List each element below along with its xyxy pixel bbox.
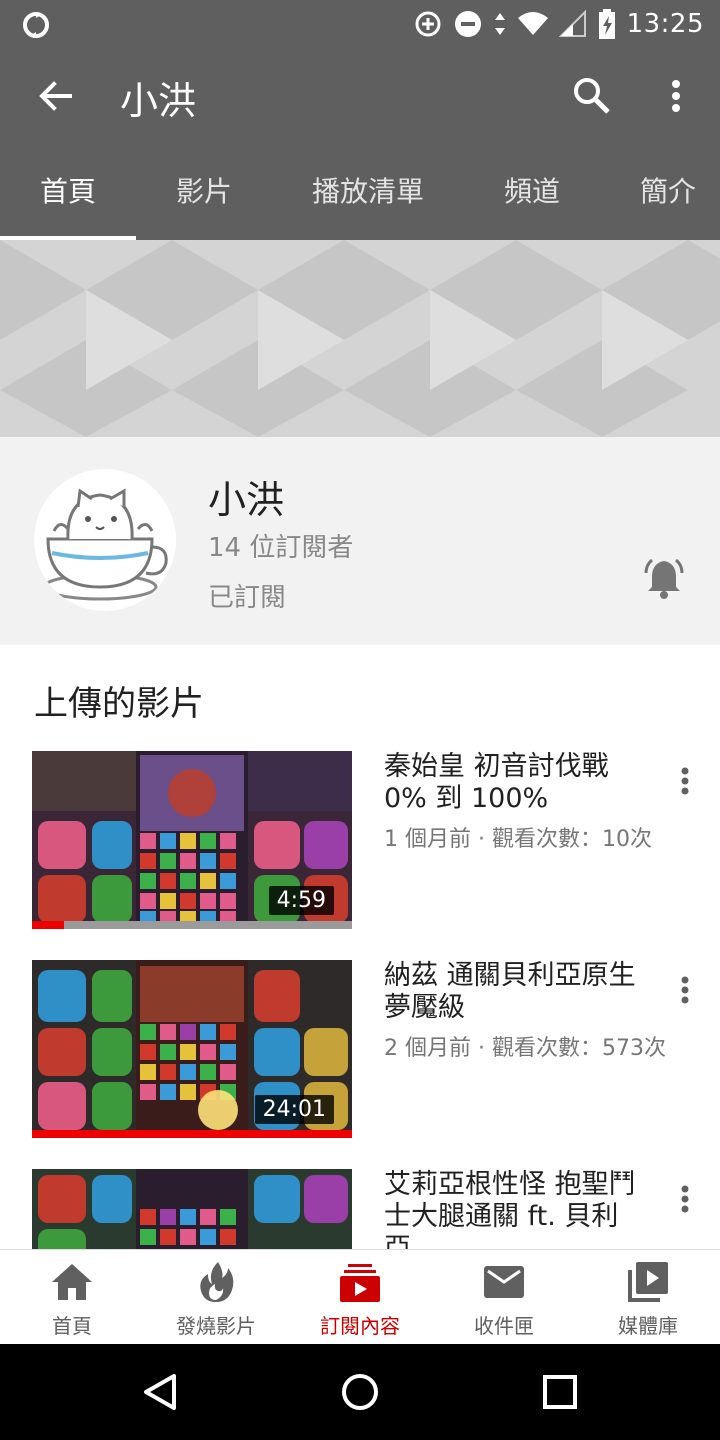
- nav-library[interactable]: 媒體庫: [576, 1250, 720, 1345]
- status-bar: 13:25: [0, 0, 720, 48]
- home-circle-icon[interactable]: [340, 1372, 380, 1412]
- video-duration: 24:01: [254, 1095, 334, 1124]
- video-meta: 1 個月前 · 觀看次數：10次: [384, 827, 652, 852]
- nav-label: 發燒影片: [176, 1314, 256, 1338]
- back-triangle-icon[interactable]: [140, 1372, 180, 1412]
- watch-progress-bar: [32, 1130, 352, 1138]
- nav-label: 首頁: [52, 1314, 92, 1338]
- video-item[interactable]: 24:01 納茲 通關貝利亞原生夢魘級 2 個月前 · 觀看次數：573次: [0, 960, 720, 1138]
- do-not-disturb-icon: [454, 11, 481, 37]
- data-arrows-icon: [494, 13, 505, 35]
- video-thumbnail[interactable]: 24:01: [32, 960, 352, 1138]
- more-vert-icon[interactable]: [660, 74, 692, 118]
- battery-icon: [598, 9, 615, 39]
- nav-label: 收件匣: [474, 1314, 534, 1338]
- watch-progress-bar: [32, 921, 64, 929]
- more-vert-icon[interactable]: [672, 974, 698, 1006]
- page-title: 小洪: [120, 79, 197, 123]
- data-saver-icon: [415, 11, 441, 37]
- video-title[interactable]: 秦始皇 初音討伐戰 0% 到 100%: [384, 751, 640, 815]
- nav-subscriptions[interactable]: 訂閱內容: [288, 1250, 432, 1345]
- video-title[interactable]: 納茲 通關貝利亞原生夢魘級: [384, 960, 640, 1024]
- nav-trending[interactable]: 發燒影片: [144, 1250, 288, 1345]
- tab-playlists[interactable]: 播放清單: [272, 144, 464, 240]
- tab-videos[interactable]: 影片: [136, 144, 272, 240]
- subscriber-count: 14 位訂閱者: [208, 533, 354, 563]
- uploads-heading: 上傳的影片: [34, 684, 204, 724]
- bottom-navigation: 首頁 發燒影片 訂閱內容 收件匣 媒體庫: [0, 1249, 720, 1344]
- nav-inbox[interactable]: 收件匣: [432, 1250, 576, 1345]
- channel-banner: [0, 240, 720, 437]
- progress-track: [32, 921, 352, 929]
- tab-about[interactable]: 簡介: [600, 144, 720, 240]
- notification-bell-icon[interactable]: [640, 555, 688, 603]
- home-icon: [52, 1264, 92, 1300]
- sync-icon: [23, 12, 49, 38]
- search-icon[interactable]: [570, 74, 614, 118]
- trending-icon: [200, 1262, 234, 1302]
- subscribe-status[interactable]: 已訂閱: [208, 577, 286, 614]
- wifi-icon: [517, 12, 548, 35]
- signal-icon: [558, 9, 586, 37]
- back-arrow-icon[interactable]: [34, 74, 78, 118]
- video-duration: 4:59: [268, 886, 334, 915]
- nav-label: 訂閱內容: [320, 1314, 400, 1338]
- clock: 13:25: [626, 9, 704, 39]
- video-meta: 2 個月前 · 觀看次數：573次: [384, 1036, 666, 1061]
- video-item[interactable]: 4:59 秦始皇 初音討伐戰 0% 到 100% 1 個月前 · 觀看次數：10…: [0, 751, 720, 929]
- channel-avatar[interactable]: [34, 469, 176, 611]
- app-bar: 小洪: [0, 48, 720, 144]
- system-navigation-bar: [0, 1344, 720, 1440]
- channel-header: 小洪 14 位訂閱者 已訂閱: [0, 437, 720, 645]
- inbox-icon: [484, 1266, 524, 1298]
- recents-square-icon[interactable]: [540, 1372, 580, 1412]
- nav-label: 媒體庫: [618, 1314, 678, 1338]
- more-vert-icon[interactable]: [672, 765, 698, 797]
- library-icon: [628, 1262, 668, 1302]
- more-vert-icon[interactable]: [672, 1183, 698, 1215]
- video-thumbnail[interactable]: 4:59: [32, 751, 352, 929]
- channel-tabs: 首頁 影片 播放清單 頻道 簡介: [0, 144, 720, 240]
- nav-home[interactable]: 首頁: [0, 1250, 144, 1345]
- channel-name: 小洪: [208, 478, 285, 522]
- subscriptions-icon: [340, 1264, 380, 1302]
- tab-home[interactable]: 首頁: [0, 144, 136, 240]
- tab-channels[interactable]: 頻道: [464, 144, 600, 240]
